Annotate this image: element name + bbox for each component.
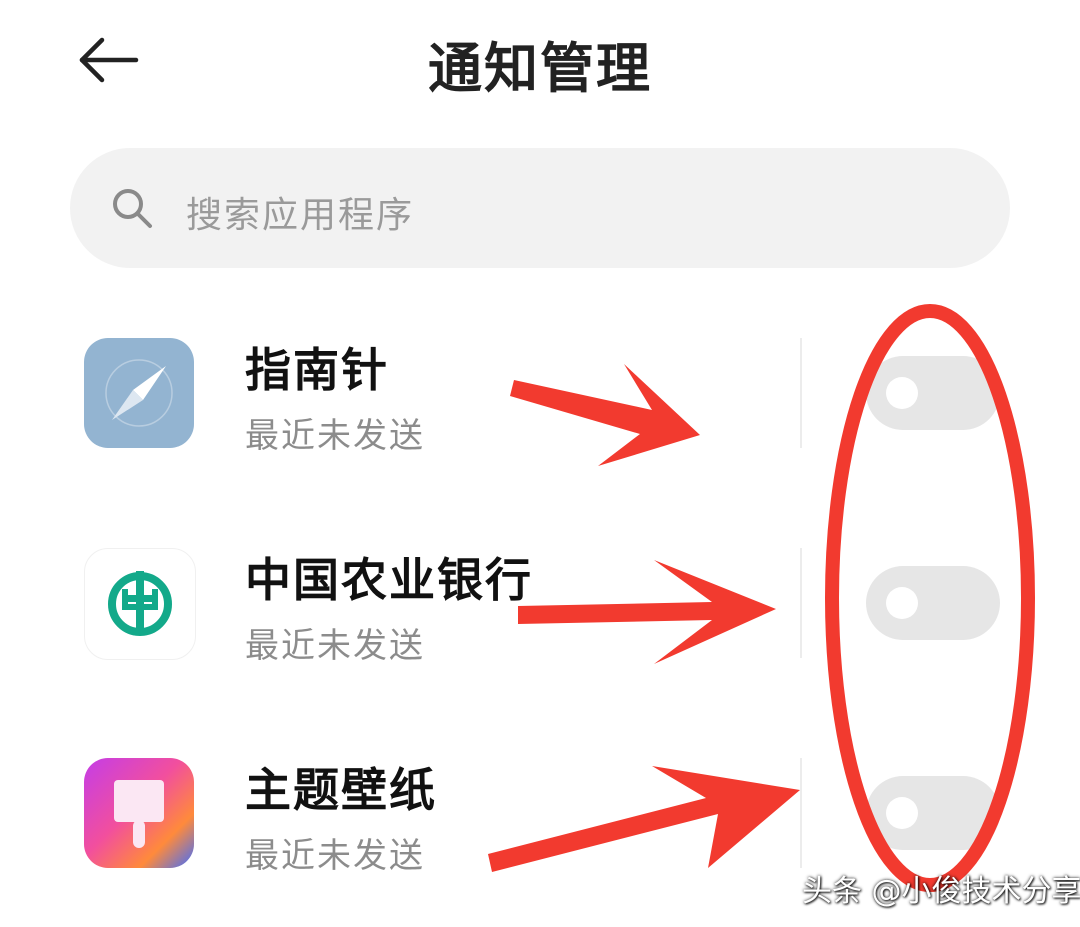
notification-toggle[interactable] xyxy=(866,776,1000,850)
app-status: 最近未发送 xyxy=(245,626,425,666)
toggle-knob xyxy=(886,587,918,619)
app-status: 最近未发送 xyxy=(245,836,425,876)
toggle-knob xyxy=(886,377,918,409)
app-name: 主题壁纸 xyxy=(245,763,437,817)
search-placeholder: 搜索应用程序 xyxy=(186,195,415,236)
search-icon xyxy=(113,189,152,228)
page-title: 通知管理 xyxy=(428,37,652,100)
notification-toggle[interactable] xyxy=(866,356,1000,430)
app-name: 指南针 xyxy=(245,343,389,397)
divider xyxy=(800,338,802,448)
notification-toggle[interactable] xyxy=(866,566,1000,640)
search-input[interactable]: 搜索应用程序 xyxy=(70,148,1010,268)
divider xyxy=(800,758,802,868)
watermark: 头条 @小俊技术分享 xyxy=(802,874,1080,909)
toggle-knob xyxy=(886,797,918,829)
app-name: 中国农业银行 xyxy=(245,553,533,607)
abc-bank-app-icon xyxy=(84,548,196,660)
header: 通知管理 xyxy=(0,0,1080,120)
app-status: 最近未发送 xyxy=(245,416,425,456)
theme-wallpaper-app-icon xyxy=(84,758,194,868)
app-row-compass[interactable]: 指南针 最近未发送 xyxy=(0,338,1080,488)
divider xyxy=(800,548,802,658)
compass-app-icon xyxy=(84,338,194,448)
app-row-abc-bank[interactable]: 中国农业银行 最近未发送 xyxy=(0,548,1080,698)
